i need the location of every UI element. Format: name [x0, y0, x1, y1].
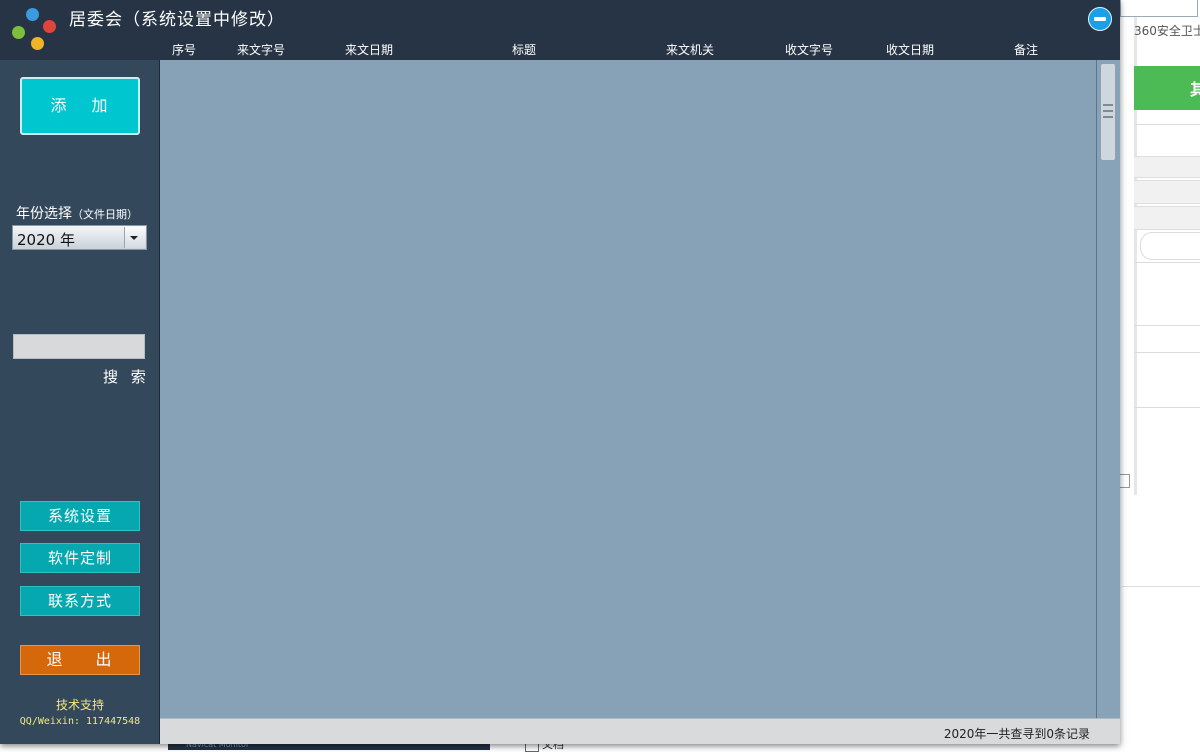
- grip-line: [1103, 110, 1113, 112]
- app-title: 居委会（系统设置中修改）: [69, 10, 285, 30]
- column-header-title[interactable]: 标题: [512, 41, 536, 58]
- column-header-doc-date[interactable]: 来文日期: [345, 41, 393, 58]
- background-input: [1120, 0, 1198, 17]
- grip-line: [1103, 116, 1113, 118]
- contact-button[interactable]: 联系方式: [20, 586, 140, 616]
- background-divider: [1134, 325, 1200, 326]
- chevron-down-icon: [130, 236, 138, 240]
- background-divider: [1134, 124, 1200, 125]
- status-bar: 2020年一共查寻到0条记录: [160, 718, 1120, 744]
- background-divider: [1134, 352, 1200, 353]
- grip-line: [1103, 104, 1113, 106]
- column-header-doc-number[interactable]: 来文字号: [237, 41, 285, 58]
- logo-dot-blue: [26, 8, 39, 21]
- support-title: 技术支持: [55, 698, 104, 712]
- support-contact: QQ/Weixin: 117447548: [19, 716, 141, 727]
- column-header-index[interactable]: 序号: [172, 41, 196, 58]
- system-settings-button[interactable]: 系统设置: [20, 501, 140, 531]
- background-green-button-label: 其: [1190, 80, 1200, 99]
- background-search-field[interactable]: [1140, 232, 1200, 260]
- software-customize-button[interactable]: 软件定制: [20, 543, 140, 573]
- sidebar: 添 加 年份选择（文件日期） 2020 年 搜 索 系统设置 软件定制 联系方式…: [0, 60, 160, 744]
- exit-button[interactable]: 退 出: [20, 645, 140, 675]
- column-header-receipt-number[interactable]: 收文字号: [785, 41, 833, 58]
- background-divider: [1134, 407, 1200, 408]
- year-filter-label-text: 年份选择: [16, 206, 72, 222]
- title-bar: 居委会（系统设置中修改） 序号 来文字号 来文日期 标题 来文机关 收文字号 收…: [0, 0, 1120, 60]
- column-header-receipt-date[interactable]: 收文日期: [886, 41, 934, 58]
- column-header-notes[interactable]: 备注: [1014, 41, 1038, 58]
- logo-dot-red: [43, 20, 56, 33]
- add-button[interactable]: 添 加: [20, 77, 140, 135]
- background-window: [1120, 0, 1200, 750]
- column-header-issuing-agency[interactable]: 来文机关: [666, 41, 714, 58]
- vertical-scrollbar[interactable]: [1096, 60, 1120, 718]
- year-select[interactable]: 2020 年: [12, 225, 147, 250]
- background-panel: [1134, 156, 1200, 178]
- background-shortcut-text: 360安全卫士: [1134, 24, 1200, 38]
- dropdown-button[interactable]: [124, 227, 145, 248]
- year-filter-sub-label: （文件日期）: [72, 208, 138, 221]
- search-input[interactable]: [13, 334, 145, 359]
- record-count-status: 2020年一共查寻到0条记录: [943, 727, 1090, 741]
- scrollbar-thumb[interactable]: [1100, 63, 1116, 161]
- background-divider: [1134, 262, 1200, 263]
- background-panel: [1134, 180, 1200, 204]
- logo-dot-green: [12, 26, 25, 39]
- year-filter-label: 年份选择（文件日期）: [16, 203, 138, 223]
- minus-circle-icon[interactable]: [1088, 7, 1112, 31]
- table-header: 序号 来文字号 来文日期 标题 来文机关 收文字号 收文日期 备注: [0, 41, 1120, 59]
- app-window: 居委会（系统设置中修改） 序号 来文字号 来文日期 标题 来文机关 收文字号 收…: [0, 0, 1120, 744]
- year-select-value: 2020 年: [17, 231, 75, 249]
- search-button[interactable]: 搜 索: [103, 366, 150, 387]
- background-panel: [1134, 206, 1200, 230]
- background-divider: [1122, 586, 1200, 587]
- records-table-body[interactable]: [160, 60, 1096, 718]
